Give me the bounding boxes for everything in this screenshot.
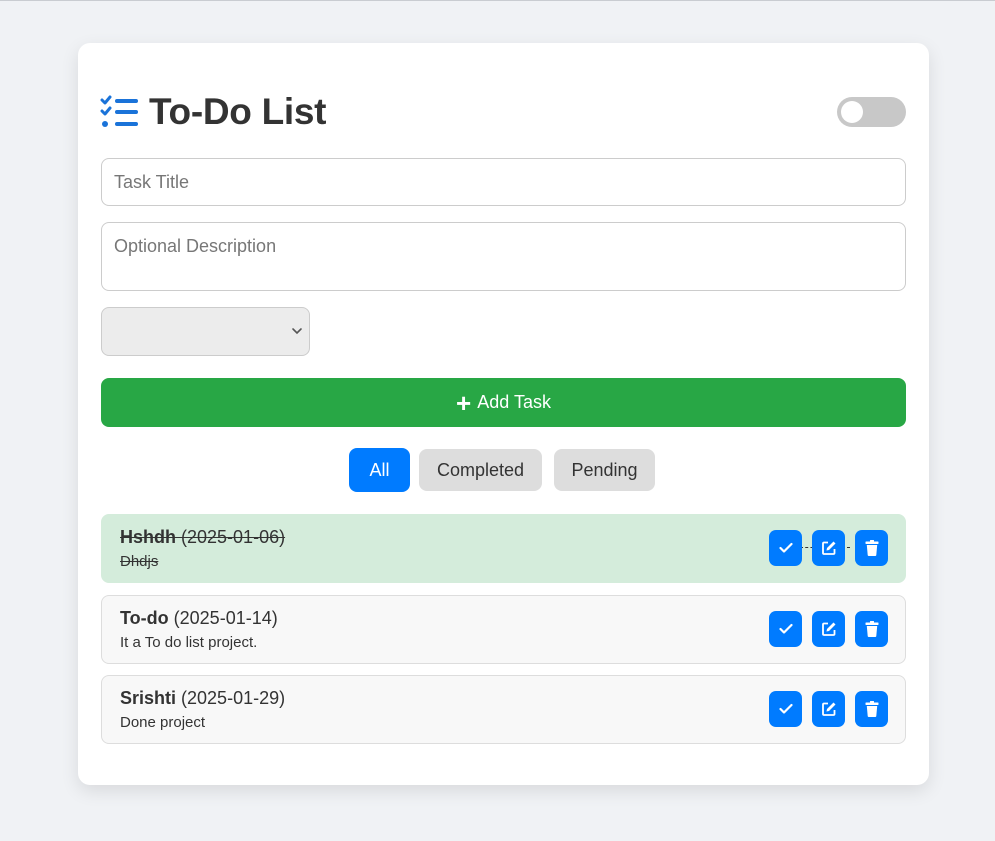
delete-button[interactable] [855,611,888,647]
task-description: Dhdjs [120,553,159,570]
plus-icon: + [456,387,472,418]
toggle-knob [841,101,863,123]
task-item: Hshdh (2025-01-06) Dhdjs [101,514,906,583]
filter-all-button[interactable]: All [349,448,410,492]
task-title: Srishti (2025-01-29) [120,688,285,709]
add-task-label: Add Task [477,392,551,412]
edit-button[interactable] [812,691,845,727]
checklist-icon [100,95,138,127]
task-date: (2025-01-29) [181,688,286,708]
edit-button[interactable] [812,530,845,566]
task-title-input[interactable] [101,158,906,206]
task-description-input[interactable] [101,222,906,291]
edit-icon [821,541,835,555]
todo-card: To-Do List + Add Task All Completed Pend… [78,43,929,785]
task-description: Done project [120,714,206,731]
edit-icon [821,702,835,716]
category-select[interactable] [101,307,310,356]
task-name: Hshdh [120,527,176,547]
trash-icon [865,540,878,556]
edit-button[interactable] [812,611,845,647]
trash-icon [865,701,878,717]
task-item: Srishti (2025-01-29) Done project [101,675,906,744]
complete-button[interactable] [769,530,802,566]
delete-button[interactable] [855,691,888,727]
task-name: Srishti [120,688,177,708]
complete-button[interactable] [769,691,802,727]
task-description: It a To do list project. [120,634,258,651]
filter-bar: All Completed Pending [78,448,929,492]
task-title: To-do (2025-01-14) [120,608,278,629]
trash-icon [865,621,878,637]
page-title: To-Do List [149,91,327,132]
task-date: (2025-01-14) [173,608,278,628]
check-icon [778,623,793,634]
header: To-Do List [100,93,906,133]
check-icon [778,703,793,714]
delete-button[interactable] [855,530,888,566]
add-task-button[interactable]: + Add Task [101,378,906,427]
task-date: (2025-01-06) [181,527,286,547]
edit-icon [821,622,835,636]
filter-completed-button[interactable]: Completed [419,449,542,491]
task-name: To-do [120,608,169,628]
task-item: To-do (2025-01-14) It a To do list proje… [101,595,906,664]
chevron-down-icon [292,328,302,335]
top-border [0,0,995,1]
filter-pending-button[interactable]: Pending [554,449,655,491]
task-title: Hshdh (2025-01-06) [120,527,285,548]
complete-button[interactable] [769,611,802,647]
check-icon [778,542,793,553]
theme-toggle[interactable] [837,97,906,127]
